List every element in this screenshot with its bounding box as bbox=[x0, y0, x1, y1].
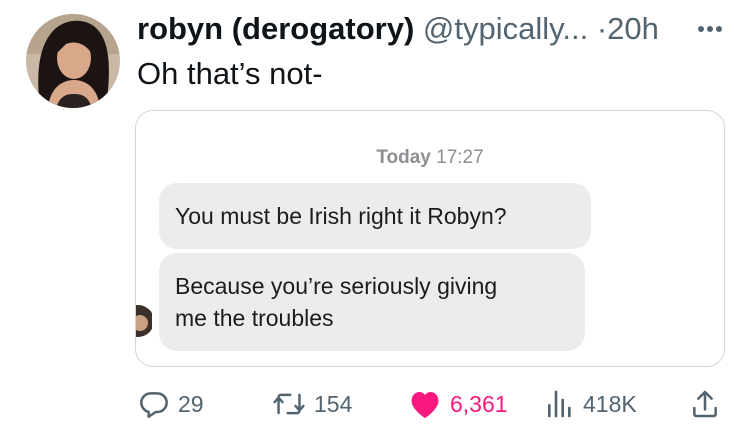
views-icon bbox=[548, 390, 571, 418]
reply-icon bbox=[140, 392, 168, 418]
views-count: 418K bbox=[583, 390, 637, 417]
like-button[interactable]: 6,361 bbox=[408, 384, 508, 424]
chat-day: Today bbox=[376, 147, 431, 168]
media-image[interactable]: Today 17:27 You must be Irish right it R… bbox=[135, 110, 725, 367]
share-icon bbox=[693, 390, 717, 418]
retweet-count: 154 bbox=[314, 390, 353, 417]
timestamp[interactable]: 20h bbox=[607, 11, 659, 46]
views-button[interactable]: 418K bbox=[545, 384, 637, 424]
chat-time: 17:27 bbox=[436, 147, 484, 168]
tweet-header: robyn (derogatory) @typically... ·20h bbox=[137, 11, 659, 47]
author-handle[interactable]: @typically... bbox=[423, 11, 588, 46]
heart-icon bbox=[411, 391, 439, 419]
message-text-line: me the troubles bbox=[175, 305, 334, 331]
chat-timestamp: Today 17:27 bbox=[136, 147, 724, 169]
avatar[interactable] bbox=[26, 14, 120, 108]
reply-button[interactable]: 29 bbox=[138, 384, 204, 424]
separator-dot: · bbox=[596, 11, 608, 46]
author-name[interactable]: robyn (derogatory) bbox=[137, 11, 414, 46]
retweet-icon bbox=[273, 393, 305, 415]
message-bubble: You must be Irish right it Robyn? bbox=[159, 183, 591, 249]
retweet-button[interactable]: 154 bbox=[272, 384, 352, 424]
message-text: You must be Irish right it Robyn? bbox=[175, 203, 507, 229]
message-bubble: Because you’re seriously giving me the t… bbox=[159, 253, 585, 351]
tweet-text: Oh that’s not- bbox=[137, 56, 323, 91]
action-bar: 29 154 6,361 418K bbox=[0, 384, 750, 424]
like-count: 6,361 bbox=[450, 390, 508, 417]
reply-count: 29 bbox=[178, 390, 204, 417]
more-icon[interactable] bbox=[690, 16, 730, 42]
share-button[interactable] bbox=[690, 384, 720, 424]
avatar-image bbox=[26, 14, 120, 108]
sender-avatar bbox=[136, 301, 152, 341]
message-text-line: Because you’re seriously giving bbox=[175, 273, 498, 299]
